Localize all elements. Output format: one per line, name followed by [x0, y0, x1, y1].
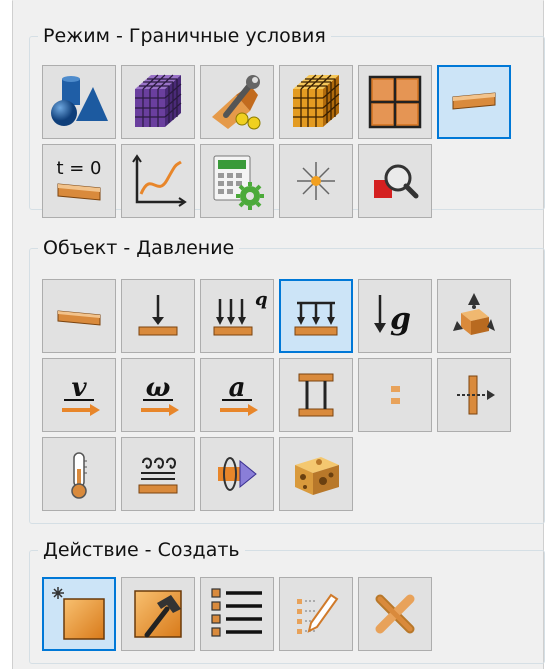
- action-panel: Действие - Создать: [12, 530, 545, 669]
- initial-conditions-button[interactable]: t = 0: [42, 144, 116, 218]
- list-icon: [211, 588, 262, 637]
- create-new-icon: [52, 587, 105, 640]
- object-panel: Объект - Давление q g v ω a: [12, 222, 545, 530]
- object-group-title: Объект - Давление: [38, 236, 240, 260]
- pressure-button[interactable]: [279, 279, 353, 353]
- temperature-icon: [71, 452, 87, 499]
- svg-text:t = 0: t = 0: [56, 158, 101, 179]
- geometry-button[interactable]: [42, 65, 116, 139]
- gap-contact-icon: [391, 386, 400, 404]
- hammer-edit-button[interactable]: [121, 577, 195, 651]
- boundary-conditions-button[interactable]: [437, 65, 511, 139]
- grid-frame-button[interactable]: [358, 65, 432, 139]
- boundary-conditions-icon: [452, 92, 496, 110]
- structured-mesh-icon: [293, 74, 340, 127]
- initial-conditions-icon: t = 0: [56, 158, 102, 201]
- angular-velocity-icon: ω: [141, 373, 179, 416]
- rigid-link-icon: [298, 373, 334, 417]
- svg-text:g: g: [390, 302, 411, 337]
- calculator-gear-icon: [213, 155, 264, 210]
- rotation-arrow-button[interactable]: [200, 437, 274, 511]
- gravity-button[interactable]: g: [358, 279, 432, 353]
- pencil-list-icon: [297, 593, 339, 634]
- pencil-list-button[interactable]: [279, 577, 353, 651]
- volume-cheese-icon: [295, 457, 339, 495]
- action-group: Действие - Создать: [29, 538, 545, 664]
- list-button[interactable]: [200, 577, 274, 651]
- temperature-button[interactable]: [42, 437, 116, 511]
- acceleration-icon: a: [220, 373, 258, 416]
- acceleration-button[interactable]: a: [200, 358, 274, 432]
- volume-cheese-button[interactable]: [279, 437, 353, 511]
- delete-cross-icon: [375, 594, 415, 634]
- results-burst-button[interactable]: [279, 144, 353, 218]
- distributed-load-button[interactable]: q: [200, 279, 274, 353]
- chart-curve-icon: [132, 154, 187, 207]
- calculator-gear-button[interactable]: [200, 144, 274, 218]
- mode-panel: Режим - Граничные условия t = 0: [12, 0, 545, 223]
- hammer-edit-icon: [134, 590, 182, 638]
- force-button[interactable]: [121, 279, 195, 353]
- gravity-icon: g: [374, 295, 411, 337]
- structured-mesh-button[interactable]: [279, 65, 353, 139]
- svg-text:v: v: [71, 373, 87, 403]
- distributed-load-q-icon: q: [213, 289, 268, 336]
- force-icon: [138, 295, 178, 336]
- chart-curve-button[interactable]: [121, 144, 195, 218]
- geometry-icon: [51, 76, 108, 126]
- mode-group-title: Режим - Граничные условия: [38, 24, 331, 48]
- delete-cross-button[interactable]: [358, 577, 432, 651]
- grid-frame-icon: [368, 75, 422, 129]
- displacement-arrow-button[interactable]: [437, 358, 511, 432]
- magnifier-inspect-icon: [374, 164, 419, 199]
- svg-text:a: a: [229, 373, 246, 403]
- displacement-arrow-icon: [457, 375, 495, 415]
- create-new-button[interactable]: [42, 577, 116, 651]
- heat-flux-button[interactable]: [121, 437, 195, 511]
- material-wrench-button[interactable]: [200, 65, 274, 139]
- svg-text:ω: ω: [146, 373, 171, 403]
- gap-contact-button[interactable]: [358, 358, 432, 432]
- magnifier-inspect-button[interactable]: [358, 144, 432, 218]
- support-constraint-icon: [453, 293, 495, 335]
- object-group: Объект - Давление q g v ω a: [29, 236, 545, 524]
- mesh-cube-button[interactable]: [121, 65, 195, 139]
- surface-icon: [57, 310, 101, 326]
- svg-text:q: q: [255, 289, 268, 310]
- material-wrench-icon: [212, 75, 261, 130]
- heat-flux-icon: [138, 457, 178, 494]
- action-group-title: Действие - Создать: [38, 538, 245, 562]
- surface-button[interactable]: [42, 279, 116, 353]
- mesh-cube-icon: [135, 74, 182, 127]
- velocity-button[interactable]: v: [42, 358, 116, 432]
- velocity-icon: v: [62, 373, 100, 416]
- results-burst-icon: [297, 162, 335, 200]
- angular-velocity-button[interactable]: ω: [121, 358, 195, 432]
- mode-group: Режим - Граничные условия t = 0: [29, 24, 545, 218]
- rigid-link-button[interactable]: [279, 358, 353, 432]
- rotation-arrow-icon: [218, 457, 257, 491]
- pressure-icon: [294, 301, 338, 336]
- support-constraint-button[interactable]: [437, 279, 511, 353]
